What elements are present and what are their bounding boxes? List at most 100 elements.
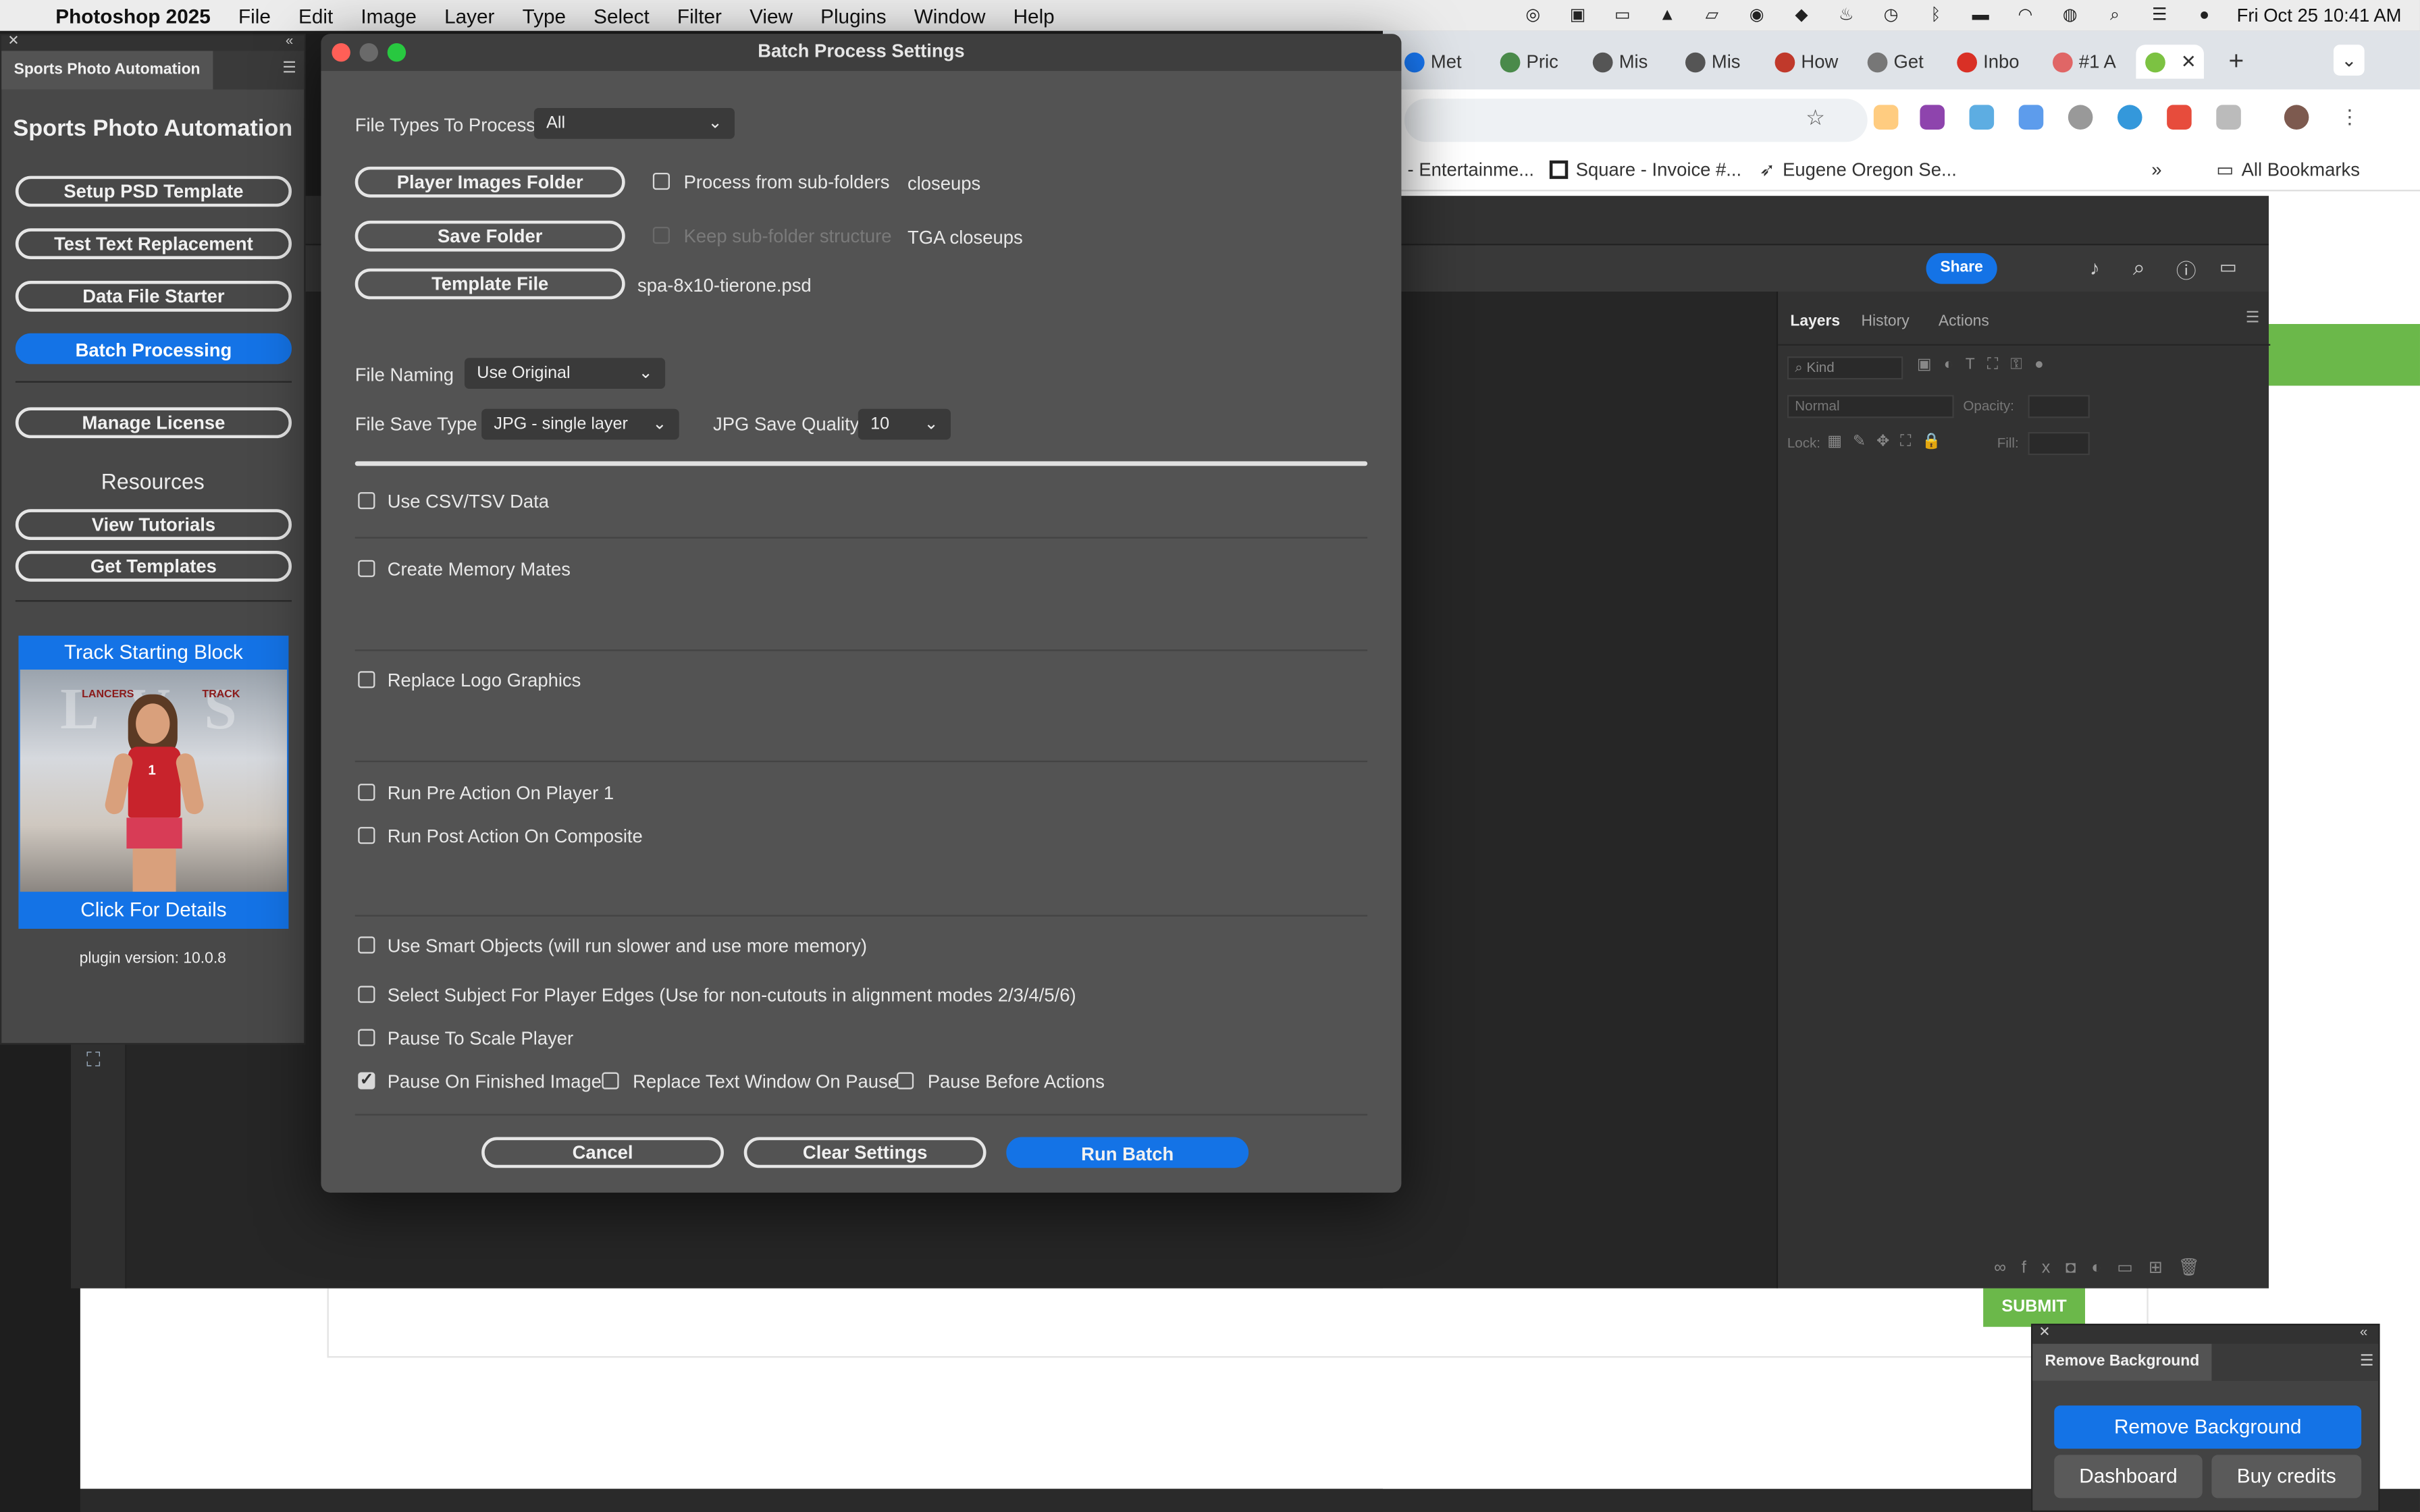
- menu-type[interactable]: Type: [508, 4, 580, 27]
- tab-search-chevron-icon[interactable]: ⌄: [2333, 45, 2365, 76]
- bookmark-item[interactable]: Square - Invoice #...: [1549, 159, 1741, 180]
- file-naming-select[interactable]: Use Original ⌄: [464, 358, 666, 389]
- bookmark-star-icon[interactable]: ☆: [1806, 105, 1825, 131]
- browser-tab[interactable]: Mis: [1685, 45, 1741, 78]
- zoom-window-icon[interactable]: [387, 43, 406, 62]
- collapse-panel-icon[interactable]: «: [286, 32, 293, 48]
- remove-background-button[interactable]: Remove Background: [2054, 1405, 2362, 1449]
- battery-icon[interactable]: ▬: [1968, 6, 1993, 24]
- puzzle-icon[interactable]: [2216, 105, 2241, 130]
- template-file-button[interactable]: Template File: [354, 268, 625, 300]
- view-tutorials-button[interactable]: View Tutorials: [15, 509, 292, 540]
- menu-clock[interactable]: Fri Oct 25 10:41 AM: [2237, 5, 2402, 26]
- use-csv-checkbox[interactable]: [358, 492, 375, 510]
- minimize-window-icon[interactable]: [359, 43, 378, 62]
- help-icon[interactable]: ⓘ: [2176, 254, 2197, 284]
- submit-button[interactable]: SUBMIT: [1983, 1288, 2085, 1327]
- extension-icon[interactable]: [2068, 105, 2093, 130]
- close-panel-icon[interactable]: ✕: [2038, 1324, 2050, 1341]
- menu-image[interactable]: Image: [347, 4, 431, 27]
- notification-icon[interactable]: ▲: [1655, 6, 1680, 24]
- pause-scale-checkbox[interactable]: [358, 1029, 375, 1046]
- batch-processing-button[interactable]: Batch Processing: [15, 333, 292, 364]
- menu-filter[interactable]: Filter: [663, 4, 735, 27]
- opacity-field[interactable]: [2028, 395, 2090, 418]
- blend-mode-select[interactable]: Normal: [1787, 395, 1954, 418]
- browser-tab[interactable]: Mis: [1592, 45, 1648, 78]
- display-icon[interactable]: ▭: [1610, 6, 1635, 24]
- collapse-panel-icon[interactable]: «: [2360, 1324, 2367, 1339]
- extension-icon[interactable]: [2117, 105, 2142, 130]
- browser-tab[interactable]: #1 A: [2052, 45, 2116, 78]
- bluetooth-icon[interactable]: ᛒ: [1924, 6, 1949, 24]
- extension-icon[interactable]: [2018, 105, 2044, 130]
- file-save-type-select[interactable]: JPG - single layer ⌄: [481, 408, 679, 440]
- menu-help[interactable]: Help: [999, 4, 1068, 27]
- lock-icons[interactable]: ▦✎✥⛶🔒: [1827, 433, 1951, 450]
- keep-subfolder-checkbox[interactable]: [652, 226, 670, 244]
- address-bar[interactable]: [1404, 99, 1868, 142]
- sync-icon[interactable]: ◉: [1744, 6, 1769, 24]
- buy-credits-button[interactable]: Buy credits: [2211, 1455, 2362, 1498]
- menu-view[interactable]: View: [736, 4, 807, 27]
- pre-action-checkbox[interactable]: [358, 784, 375, 801]
- flame-icon[interactable]: ♨: [1834, 6, 1859, 24]
- panel-menu-icon[interactable]: ☰: [2360, 1353, 2373, 1370]
- run-batch-button[interactable]: Run Batch: [1006, 1137, 1249, 1168]
- workspace-icon[interactable]: ▭: [2219, 256, 2237, 277]
- memory-mates-checkbox[interactable]: [358, 560, 375, 577]
- cancel-button[interactable]: Cancel: [481, 1137, 724, 1168]
- plugin-tab[interactable]: Sports Photo Automation: [1, 51, 213, 90]
- extension-icon[interactable]: [2167, 105, 2192, 130]
- close-window-icon[interactable]: [332, 43, 350, 62]
- menu-plugins[interactable]: Plugins: [807, 4, 901, 27]
- pause-before-actions-checkbox[interactable]: [896, 1072, 914, 1089]
- panel-menu-icon[interactable]: ☰: [2246, 310, 2260, 327]
- wifi-icon[interactable]: ◠: [2013, 6, 2038, 24]
- file-types-select[interactable]: All ⌄: [533, 107, 735, 139]
- layer-footer-icons[interactable]: ∞fx◘◐▭⊞🗑: [1994, 1258, 2215, 1277]
- filter-icons[interactable]: ▣◐T⛶⚿●: [1917, 356, 2056, 373]
- post-action-checkbox[interactable]: [358, 827, 375, 844]
- browser-tab[interactable]: Met: [1404, 45, 1462, 78]
- replace-logo-checkbox[interactable]: [358, 671, 375, 688]
- folder-icon[interactable]: ▱: [1700, 6, 1725, 24]
- extension-icon[interactable]: [1873, 105, 1899, 130]
- menu-window[interactable]: Window: [900, 4, 999, 27]
- browser-tab-active[interactable]: ✕: [2136, 45, 2204, 79]
- promo-card[interactable]: Track Starting Block LVS LANCERS TRACK 1…: [18, 635, 289, 929]
- user-icon[interactable]: ◍: [2057, 6, 2082, 24]
- menu-app-name[interactable]: Photoshop 2025: [42, 4, 225, 27]
- clear-settings-button[interactable]: Clear Settings: [743, 1137, 987, 1168]
- tab-actions[interactable]: Actions: [1939, 313, 1989, 330]
- mail-tray-icon[interactable]: ◆: [1789, 6, 1814, 24]
- time-machine-icon[interactable]: ◷: [1878, 6, 1903, 24]
- menu-select[interactable]: Select: [580, 4, 664, 27]
- browser-tab[interactable]: Pric: [1500, 45, 1558, 78]
- jpg-quality-select[interactable]: 10 ⌄: [858, 408, 951, 440]
- tab-history[interactable]: History: [1862, 313, 1910, 330]
- get-templates-button[interactable]: Get Templates: [15, 550, 292, 582]
- bookmarks-overflow-icon[interactable]: »: [2151, 159, 2161, 180]
- close-panel-icon[interactable]: ✕: [7, 32, 19, 49]
- close-tab-icon[interactable]: ✕: [2181, 51, 2197, 72]
- new-tab-icon[interactable]: +: [2229, 45, 2244, 78]
- browser-menu-icon[interactable]: ⋮: [2340, 105, 2360, 130]
- tool-icon[interactable]: ⛶: [86, 1048, 101, 1073]
- extension-icon[interactable]: [1969, 105, 1995, 130]
- creative-cloud-icon[interactable]: ◎: [1521, 6, 1546, 24]
- select-subject-checkbox[interactable]: [358, 986, 375, 1003]
- menu-file[interactable]: File: [224, 4, 284, 27]
- browser-tab[interactable]: Inbo: [1957, 45, 2020, 78]
- tab-layers[interactable]: Layers: [1790, 313, 1840, 330]
- browser-tab[interactable]: How: [1774, 45, 1838, 78]
- search-icon[interactable]: ⌕: [2133, 254, 2145, 281]
- all-bookmarks[interactable]: ▭ All Bookmarks: [2216, 159, 2360, 180]
- process-subfolders-checkbox[interactable]: [652, 172, 670, 190]
- bell-icon[interactable]: ♪: [2090, 256, 2100, 279]
- control-center-icon[interactable]: ☰: [2147, 6, 2172, 24]
- siri-icon[interactable]: ●: [2192, 6, 2217, 24]
- search-icon[interactable]: ⌕: [2103, 6, 2128, 24]
- player-images-folder-button[interactable]: Player Images Folder: [354, 166, 625, 198]
- profile-avatar[interactable]: [2284, 105, 2309, 130]
